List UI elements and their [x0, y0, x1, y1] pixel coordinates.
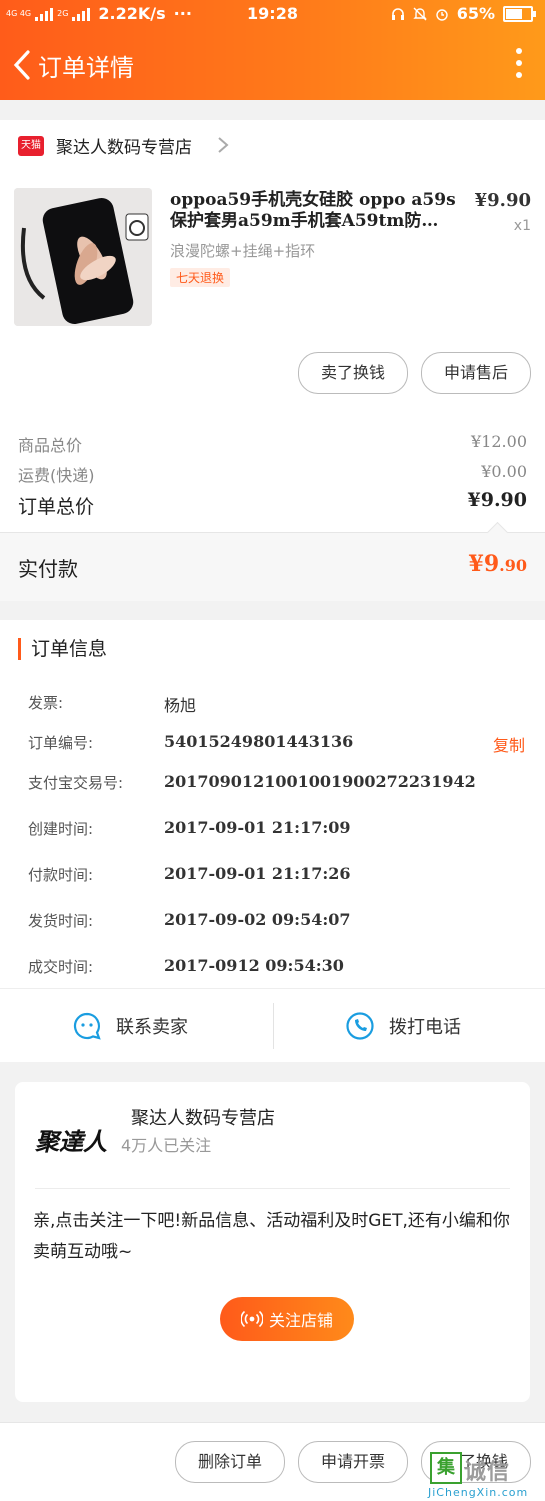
order-total-value: ¥9.90 — [467, 489, 528, 511]
nav-bar: 订单详情 — [0, 36, 545, 92]
paid-label: 实付款 — [18, 557, 78, 581]
contact-seller-label: 联系卖家 — [116, 1017, 188, 1038]
product-thumbnail[interactable] — [14, 188, 152, 326]
follow-shop-label: 关注店铺 — [268, 1311, 333, 1330]
battery-icon — [503, 5, 536, 22]
call-phone-button[interactable]: 拨打电话 — [345, 989, 461, 1063]
chat-bubble-icon — [73, 1012, 101, 1040]
order-info-title: 订单信息 — [18, 638, 107, 660]
shop-followers: 4万人已关注 — [121, 1136, 212, 1155]
watermark-url: JiChengXin.com — [428, 1486, 529, 1499]
back-arrow-icon[interactable] — [8, 48, 34, 82]
follow-shop-button[interactable]: 关注店铺 — [220, 1297, 354, 1341]
contact-row: 联系卖家 拨打电话 — [0, 988, 545, 1063]
return-policy-badge: 七天退换 — [170, 268, 231, 287]
status-right: 65% — [391, 4, 536, 23]
delete-order-button[interactable]: 删除订单 — [175, 1441, 285, 1483]
broadcast-icon — [240, 1310, 263, 1328]
shipping-label: 运费(快递) — [18, 466, 95, 485]
order-number-value: 54015249801443136 — [164, 732, 354, 751]
chevron-right-icon[interactable] — [216, 135, 230, 155]
info-label: 创建时间: — [28, 820, 94, 838]
shop-row[interactable]: 天猫 聚达人数码专营店 — [0, 120, 545, 173]
order-total-label: 订单总价 — [18, 496, 95, 518]
app-header: 4G 4G 2G 2.22K/s ··· 19:28 65% 订单详情 — [0, 0, 545, 100]
call-phone-label: 拨打电话 — [389, 1017, 461, 1038]
battery-percent: 65% — [456, 4, 495, 23]
after-sale-button[interactable]: 申请售后 — [421, 352, 531, 394]
paid-value-main: ¥9 — [468, 551, 500, 577]
shop-card-name[interactable]: 聚达人数码专营店 — [131, 1104, 275, 1130]
shop-name[interactable]: 聚达人数码专营店 — [56, 133, 192, 158]
sell-button[interactable]: 卖了换钱 — [298, 352, 408, 394]
price-summary: 商品总价 ¥12.00 运费(快递) ¥0.00 订单总价 ¥9.90 实付款 … — [0, 412, 545, 601]
product-item[interactable]: oppoa59手机壳女硅胶 oppo a59s保护套男a59m手机套A59tm防… — [0, 172, 545, 412]
goods-total-value: ¥12.00 — [471, 432, 527, 451]
mute-bell-icon — [413, 7, 427, 20]
paid-value: ¥9.90 — [469, 551, 527, 577]
copy-order-number-link[interactable]: 复制 — [493, 732, 525, 756]
paid-time: 2017-09-01 21:17:26 — [164, 864, 351, 883]
shipped-time: 2017-09-02 09:54:07 — [164, 910, 351, 929]
page-title: 订单详情 — [38, 54, 134, 82]
info-label: 付款时间: — [28, 866, 94, 884]
phone-icon — [346, 1012, 374, 1040]
paid-row: 实付款 ¥9.90 — [0, 521, 545, 601]
alipay-trade-number: 2017090121001001900272231942 — [164, 772, 476, 791]
shop-promo-text: 亲,点击关注一下吧!新品信息、活动福利及时GET,还有小编和你卖萌互动哦~ — [33, 1211, 510, 1262]
tmall-logo-icon: 天猫 — [18, 136, 44, 156]
created-time: 2017-09-01 21:17:09 — [164, 818, 351, 837]
info-label: 发货时间: — [28, 912, 94, 930]
more-menu-icon[interactable] — [515, 48, 523, 78]
product-title[interactable]: oppoa59手机壳女硅胶 oppo a59s保护套男a59m手机套A59tm防… — [170, 190, 462, 232]
product-price: ¥9.90 — [474, 190, 531, 211]
product-quantity: x1 — [513, 218, 531, 234]
product-sku: 浪漫陀螺+挂绳+指环 — [170, 242, 316, 260]
headset-icon — [391, 7, 404, 20]
shop-card: 聚達人 聚达人数码专营店 4万人已关注 亲,点击关注一下吧!新品信息、活动福利及… — [15, 1082, 530, 1402]
phone-case-image — [14, 188, 152, 326]
completed-time: 2017-0912 09:54:30 — [164, 956, 344, 975]
info-label: 支付宝交易号: — [28, 774, 124, 792]
watermark-text: 诚信 — [464, 1460, 511, 1485]
order-info-section: 订单信息 发票: 杨旭 订单编号: 54015249801443136 复制 支… — [0, 620, 545, 1062]
site-watermark: 集 诚信 JiChengXin.com — [424, 1448, 542, 1499]
divider — [35, 1188, 510, 1189]
info-label: 订单编号: — [28, 734, 94, 752]
paid-value-decimal: .90 — [499, 556, 527, 575]
divider — [273, 1003, 274, 1049]
alarm-icon — [436, 8, 448, 21]
shop-brand-logo: 聚達人 — [35, 1127, 107, 1156]
watermark-logo: 集 — [430, 1452, 462, 1484]
invoice-value: 杨旭 — [164, 696, 197, 715]
info-label: 发票: — [28, 694, 64, 712]
apply-invoice-button[interactable]: 申请开票 — [298, 1441, 408, 1483]
goods-total-label: 商品总价 — [18, 436, 83, 455]
info-label: 成交时间: — [28, 958, 94, 976]
contact-seller-button[interactable]: 联系卖家 — [72, 989, 188, 1063]
shipping-value: ¥0.00 — [481, 462, 527, 481]
status-bar: 4G 4G 2G 2.22K/s ··· 19:28 65% — [0, 0, 545, 28]
